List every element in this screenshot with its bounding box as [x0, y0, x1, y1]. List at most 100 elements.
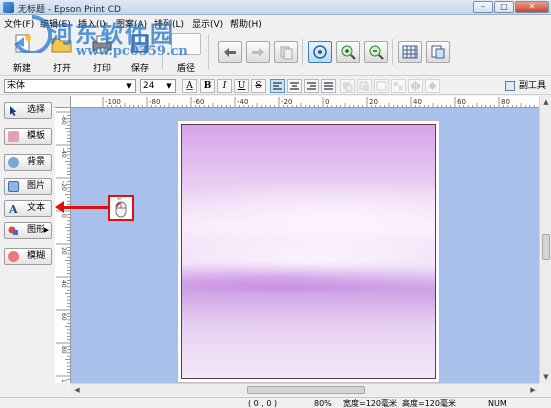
- open-button[interactable]: 打开: [46, 29, 78, 75]
- undo-button[interactable]: [218, 41, 242, 63]
- justify-button[interactable]: [321, 79, 336, 93]
- disc-label-page[interactable]: [177, 120, 440, 383]
- ruler-label: 0: [325, 98, 329, 106]
- align-center-icon: [290, 82, 299, 90]
- image-tool-button[interactable]: 图片: [4, 178, 52, 195]
- ungroup-button[interactable]: [391, 79, 406, 93]
- cursor-coordinates: ( 0 , 0 ): [248, 399, 278, 408]
- underline-button[interactable]: U: [234, 79, 249, 93]
- parts-tool-icon: [505, 81, 515, 91]
- ruler-label: 20: [369, 98, 378, 106]
- font-name-select[interactable]: 宋体 ▼: [4, 79, 136, 93]
- align-right-button[interactable]: [304, 79, 319, 93]
- scroll-left-icon[interactable]: ◀: [71, 384, 83, 396]
- background-photo[interactable]: [181, 124, 436, 379]
- vertical-scrollbar[interactable]: ▲ ▼: [539, 96, 551, 383]
- horizontal-scrollbar[interactable]: ◀ ▶: [71, 383, 539, 395]
- scroll-up-icon[interactable]: ▲: [540, 96, 551, 108]
- text-color-button[interactable]: A: [182, 79, 197, 93]
- toolbar-separator: [208, 34, 209, 70]
- copy-button[interactable]: [274, 41, 298, 63]
- new-button[interactable]: 新建: [6, 29, 38, 75]
- scroll-down-icon[interactable]: ▼: [540, 371, 551, 383]
- zoom-out-button[interactable]: [364, 41, 388, 63]
- zoom-out-icon: [369, 45, 384, 60]
- scroll-right-icon[interactable]: ▶: [527, 384, 539, 396]
- flip-button[interactable]: [408, 79, 423, 93]
- disc-label-icon: [171, 33, 201, 55]
- picture-icon: [8, 181, 19, 192]
- callout-arrow-icon: [55, 201, 64, 213]
- align-left-icon: [273, 82, 282, 90]
- maximize-button[interactable]: □: [494, 1, 514, 13]
- label-width: 宽度=120毫米: [343, 399, 397, 408]
- face-label: 盾径: [176, 64, 195, 74]
- select-tool-label: 选择: [27, 105, 46, 115]
- text-tool-button[interactable]: A 文本: [4, 200, 52, 217]
- font-size-select[interactable]: 24 ▼: [140, 79, 176, 93]
- minimize-button[interactable]: –: [473, 1, 493, 13]
- ruler-label: -60: [60, 115, 67, 125]
- blur-icon: [8, 251, 19, 262]
- horizontal-ruler-ticks: -100-80-60-40-20020406080100: [102, 97, 535, 107]
- open-folder-icon: [49, 33, 75, 55]
- horizontal-scroll-thumb[interactable]: [247, 386, 365, 394]
- rotate-button[interactable]: [425, 79, 440, 93]
- grid-button[interactable]: [398, 41, 422, 63]
- bold-button[interactable]: B: [200, 79, 215, 93]
- ruler-label: 20: [60, 247, 67, 255]
- layout-button[interactable]: [426, 41, 450, 63]
- design-canvas[interactable]: [71, 108, 539, 383]
- ruler-label: -40: [237, 98, 248, 106]
- format-bar: 宋体 ▼ 24 ▼ A B I U S 副工具: [0, 77, 551, 95]
- vertical-ruler: -60 -40 -20 0 20 40 60 80 100: [55, 108, 71, 383]
- select-tool-button[interactable]: 选择: [4, 102, 52, 119]
- zoom-level: 80%: [314, 399, 332, 408]
- toolbar-separator: [392, 39, 393, 65]
- background-icon: [8, 157, 19, 168]
- face-button[interactable]: 盾径: [170, 29, 202, 75]
- background-tool-button[interactable]: 背景: [4, 154, 52, 171]
- ruler-label: 0: [60, 214, 67, 218]
- group-button[interactable]: [374, 79, 389, 93]
- close-button[interactable]: ✕: [515, 1, 549, 13]
- bring-front-icon: [343, 82, 353, 92]
- save-button[interactable]: 保存: [124, 29, 156, 75]
- ruler-label: 40: [413, 98, 422, 106]
- disc-view-icon: [313, 45, 327, 59]
- send-back-icon: [359, 81, 369, 91]
- save-label: 保存: [130, 64, 149, 74]
- parts-tool-button[interactable]: 副工具: [503, 79, 546, 93]
- vertical-scroll-thumb[interactable]: [542, 234, 550, 260]
- align-center-button[interactable]: [287, 79, 302, 93]
- label-height: 高度=120毫米: [402, 399, 456, 408]
- ruler-label: 100: [60, 379, 67, 383]
- arrange-back-button[interactable]: [357, 79, 372, 93]
- printer-icon: [89, 33, 115, 55]
- italic-button[interactable]: I: [217, 79, 232, 93]
- align-left-button[interactable]: [270, 79, 285, 93]
- group-icon: [376, 81, 387, 91]
- align-right-icon: [307, 82, 316, 90]
- shape-tool-label: 图形: [27, 225, 46, 235]
- fit-view-button[interactable]: [308, 41, 332, 63]
- print-button[interactable]: 打印: [86, 29, 118, 75]
- blur-tool-button[interactable]: 模糊: [4, 248, 52, 265]
- grid-icon: [402, 45, 418, 59]
- strikethrough-button[interactable]: S: [251, 79, 266, 93]
- template-tool-button[interactable]: 模板: [4, 128, 52, 145]
- blur-tool-label: 模糊: [27, 251, 46, 261]
- app-icon: [3, 2, 14, 13]
- ruler-label: -100: [105, 98, 121, 106]
- undo-icon: [224, 48, 236, 57]
- main-toolbar: 新建 打开 打印 保存 盾径: [0, 29, 551, 76]
- arrange-front-button[interactable]: [340, 79, 355, 93]
- ruler-label: 80: [501, 98, 510, 106]
- copy-icon: [280, 46, 293, 60]
- zoom-in-button[interactable]: [336, 41, 360, 63]
- toolbar-separator: [162, 34, 163, 70]
- chevron-down-icon: ▼: [166, 82, 172, 90]
- shape-tool-button[interactable]: 图形 ▶: [4, 222, 52, 239]
- redo-button[interactable]: [246, 41, 270, 63]
- rotate-icon: [428, 82, 437, 90]
